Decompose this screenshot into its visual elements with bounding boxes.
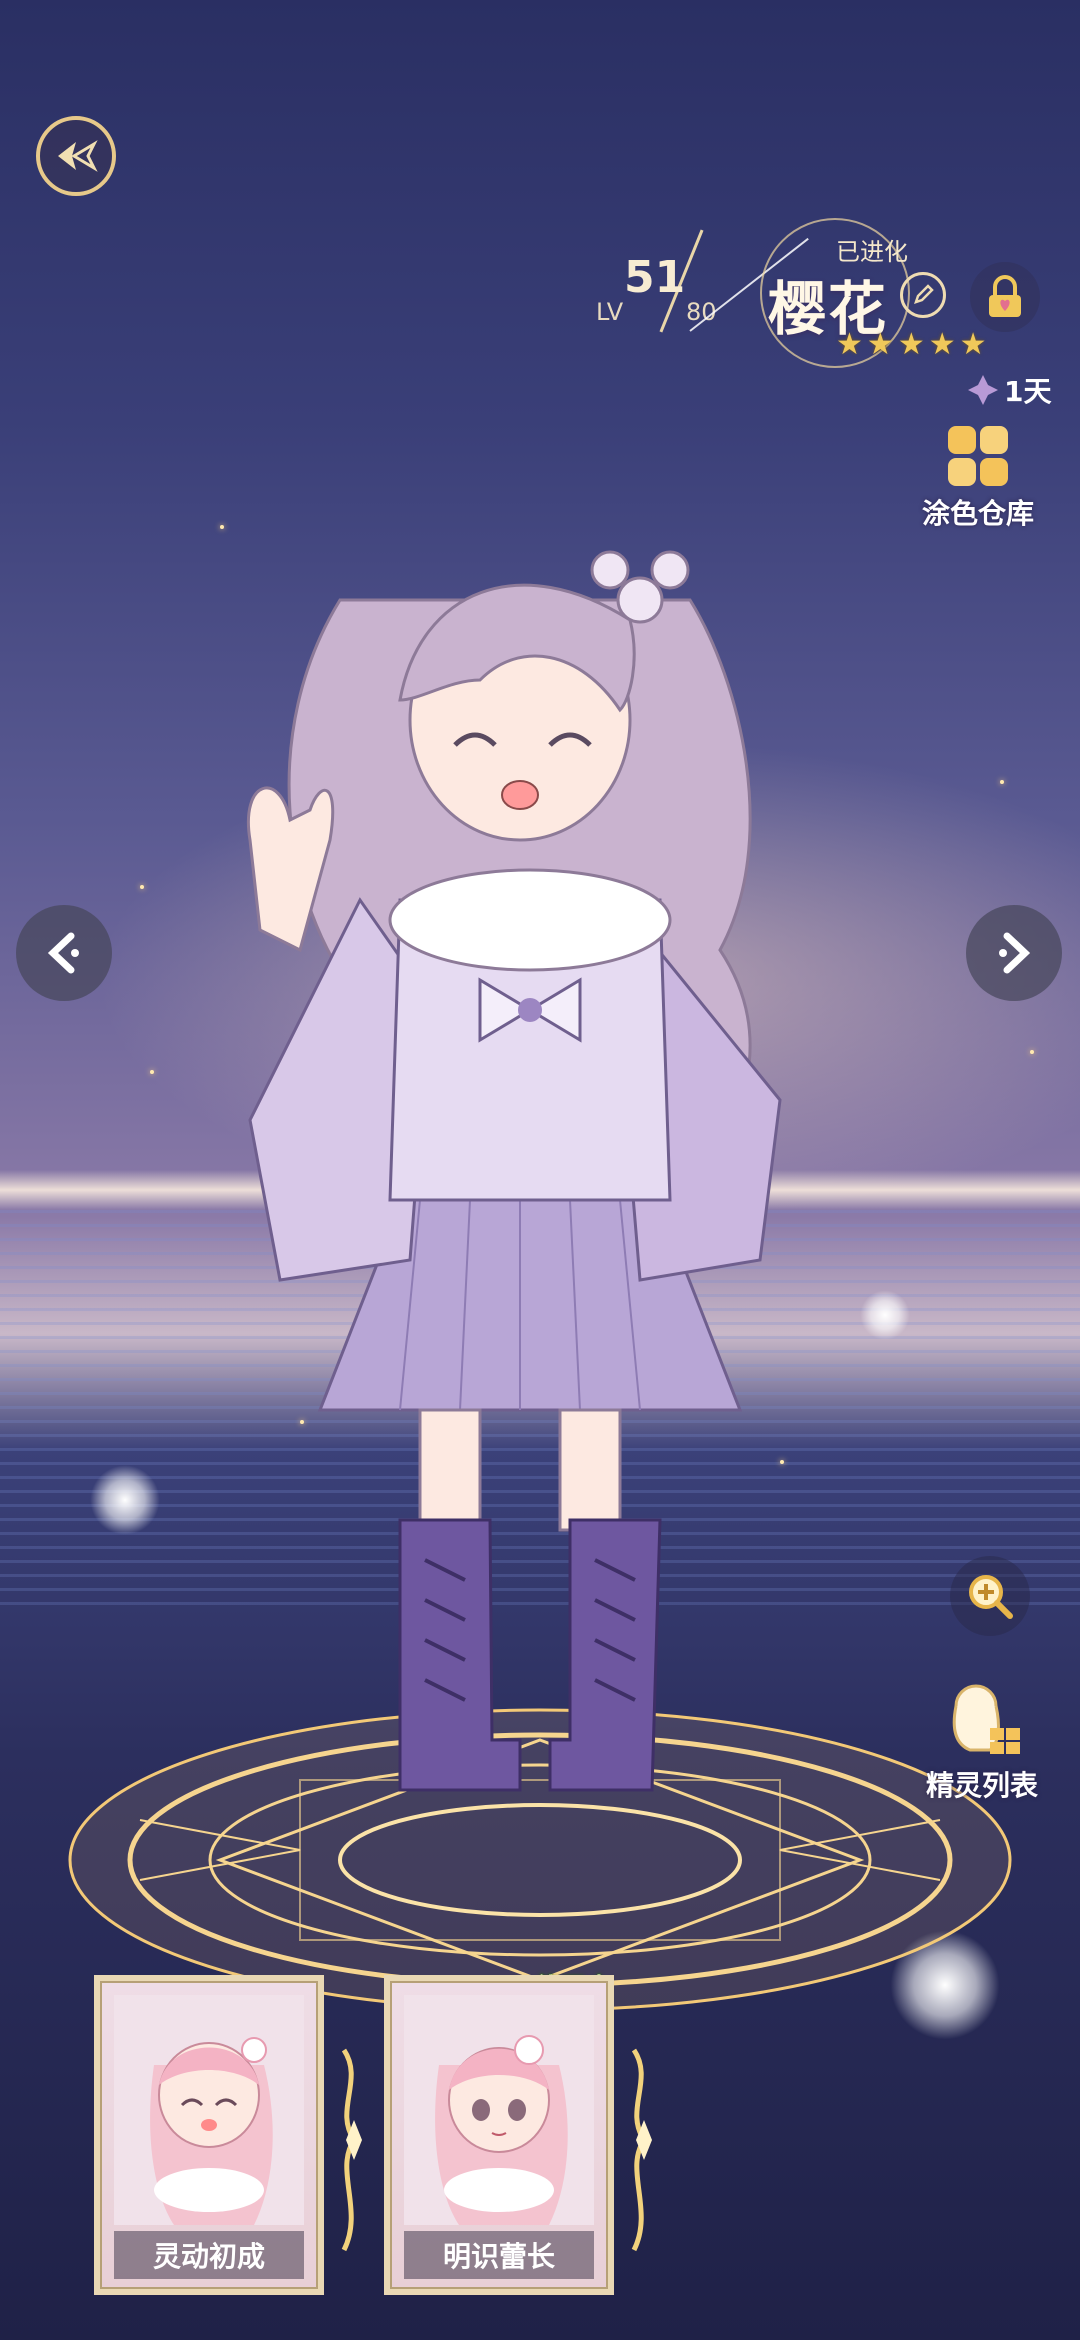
- color-warehouse-button[interactable]: 涂色仓库: [922, 424, 1034, 532]
- winged-back-icon: [58, 140, 98, 172]
- prev-character-button[interactable]: [16, 905, 112, 1001]
- zoom-in-icon: [969, 1575, 1013, 1619]
- star-icon: ★: [866, 327, 894, 362]
- next-character-button[interactable]: [966, 905, 1062, 1001]
- star-icon: ★: [897, 327, 925, 362]
- character-model[interactable]: [220, 480, 840, 1860]
- outfit-portrait: [114, 1995, 304, 2225]
- diamond-sparkle-icon: [968, 375, 998, 405]
- duration-text: 1天: [1004, 375, 1052, 408]
- sparkle: [1030, 1050, 1034, 1054]
- light-orb: [860, 1290, 910, 1340]
- sparkle: [150, 1070, 154, 1074]
- outfit-portrait: [404, 1995, 594, 2225]
- color-warehouse-label: 涂色仓库: [922, 497, 1035, 530]
- light-orb: [90, 1465, 160, 1535]
- chevron-right-icon: [999, 932, 1031, 974]
- outfit-card[interactable]: 灵动初成: [94, 1975, 324, 2295]
- color-grid-icon: [948, 426, 1008, 486]
- outfit-label: 明识蕾长: [404, 2231, 594, 2279]
- elf-list-button[interactable]: 精灵列表: [926, 1676, 1038, 1804]
- level-label: LV: [596, 298, 624, 326]
- rename-button[interactable]: [900, 272, 946, 318]
- sparkle: [1000, 780, 1004, 784]
- pencil-icon: [914, 284, 934, 304]
- game-screen: 51 LV 80 已进化 樱花 ★ ★ ★ ★ ★ 1天 涂色仓库 精灵列表 灵…: [0, 0, 1080, 2340]
- outfit-card-active[interactable]: 明识蕾长: [384, 1975, 614, 2295]
- card-divider-ornament: [631, 2048, 652, 2252]
- outfit-label: 灵动初成: [114, 2231, 304, 2279]
- level-value: 51: [624, 252, 686, 303]
- level-indicator: 51 LV 80: [594, 229, 754, 348]
- lock-button[interactable]: [970, 262, 1040, 332]
- star-rating: ★ ★ ★ ★ ★: [836, 330, 987, 360]
- star-icon: ★: [836, 327, 863, 362]
- star-icon: ★: [928, 327, 956, 362]
- chevron-left-icon: [47, 932, 79, 974]
- zoom-button[interactable]: [950, 1556, 1030, 1636]
- card-divider-ornament: [341, 2048, 362, 2252]
- back-button[interactable]: [36, 116, 116, 196]
- star-icon: ★: [959, 327, 987, 362]
- elf-list-icon: [952, 1684, 1020, 1754]
- elf-list-label: 精灵列表: [926, 1769, 1039, 1802]
- duration-badge: 1天: [966, 370, 1051, 410]
- lock-icon: [989, 275, 1021, 317]
- sparkle: [140, 885, 144, 889]
